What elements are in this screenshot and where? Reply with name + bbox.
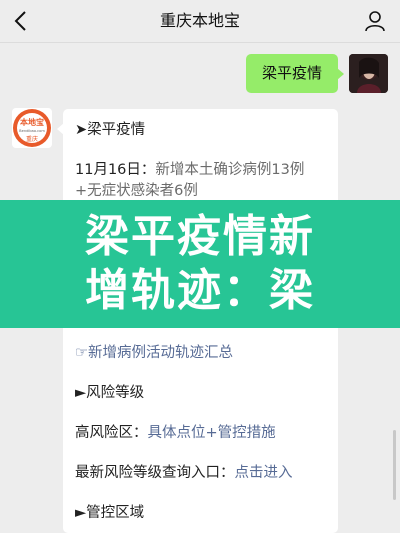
promo-banner-overlay: 梁平疫情新 增轨迹：梁	[0, 200, 400, 328]
banner-line-2: 增轨迹：梁	[85, 265, 315, 316]
control-area-heading: ►管控区域	[75, 505, 145, 521]
case-date-line: 11月16日：新增本土确诊病例13例	[75, 160, 328, 181]
risk-level-heading: ►风险等级	[75, 385, 145, 401]
high-risk-label: 高风险区：	[75, 425, 148, 441]
user-profile-icon[interactable]	[364, 10, 386, 32]
logo-domain-text: Bendibao.com	[19, 129, 45, 133]
date-label: 11月16日	[75, 162, 141, 178]
banner-line-1: 梁平疫情新	[85, 211, 315, 262]
case-count-line2: +无症状感染者6例	[75, 183, 198, 199]
my-avatar[interactable]	[349, 54, 388, 93]
case-count-line1: 新增本土确诊病例13例	[155, 162, 305, 178]
logo-brand-text: 本地宝	[19, 117, 44, 127]
top-nav-bar: 重庆本地宝	[0, 0, 400, 43]
risk-query-line: 最新风险等级查询入口：点击进入	[75, 463, 328, 484]
logo-city-text: 重庆	[26, 135, 38, 143]
date-colon: ：	[140, 162, 156, 178]
high-risk-line: 高风险区：具体点位+管控措施	[75, 423, 328, 444]
back-chevron-icon[interactable]	[12, 9, 32, 33]
high-risk-link[interactable]: 具体点位+管控措施	[148, 425, 276, 441]
account-avatar[interactable]: 本地宝 Bendibao.com 重庆	[12, 108, 52, 148]
risk-query-label: 最新风险等级查询入口：	[75, 465, 235, 481]
chat-title: 重庆本地宝	[159, 11, 240, 30]
banner-headline: 梁平疫情新 增轨迹：梁	[0, 210, 400, 318]
risk-query-link[interactable]: 点击进入	[235, 465, 293, 481]
track-summary-link[interactable]: ☞新增病例活动轨迹汇总	[75, 343, 328, 364]
outgoing-message-bubble[interactable]: 梁平疫情	[246, 54, 344, 93]
card-heading: ➤梁平疫情	[75, 122, 146, 138]
scrollbar-thumb[interactable]	[393, 430, 396, 500]
